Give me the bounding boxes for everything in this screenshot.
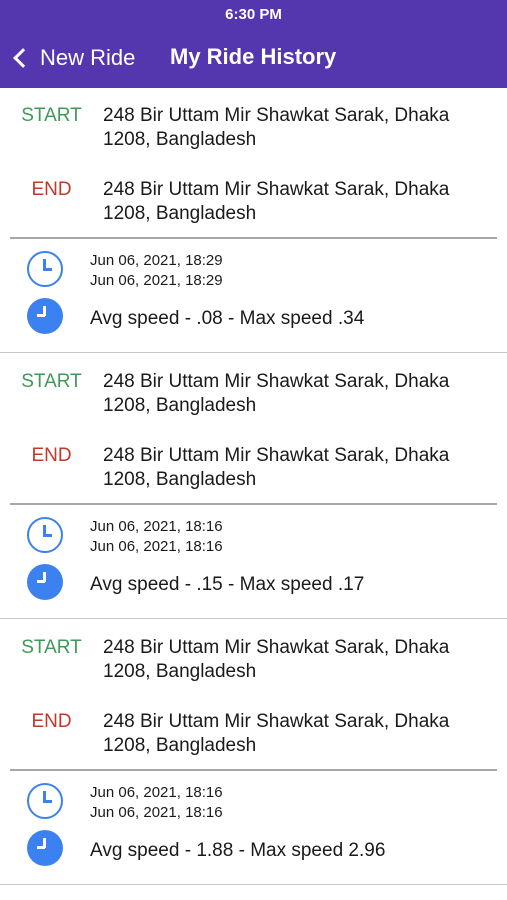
start-address: 248 Bir Uttam Mir Shawkat Sarak, Dhaka 1… [103,105,450,150]
end-address: 248 Bir Uttam Mir Shawkat Sarak, Dhaka 1… [103,711,450,756]
ride-start-time: Jun 06, 2021, 18:16 [90,784,223,801]
back-button-label: New Ride [40,45,136,70]
end-row: END 248 Bir Uttam Mir Shawkat Sarak, Dha… [0,710,507,758]
start-address: 248 Bir Uttam Mir Shawkat Sarak, Dhaka 1… [103,637,450,682]
start-label: START [21,371,82,392]
chevron-left-icon [13,48,33,68]
clock-outline-icon [27,783,63,819]
page-title: My Ride History [170,44,337,69]
ride-start-time: Jun 06, 2021, 18:16 [90,518,223,535]
ride-item[interactable]: START 248 Bir Uttam Mir Shawkat Sarak, D… [0,620,507,886]
end-label: END [31,445,72,466]
ride-speed: Avg speed - .15 - Max speed .17 [90,574,365,595]
ride-speed: Avg speed - 1.88 - Max speed 2.96 [90,840,386,861]
clock-filled-icon [27,564,63,600]
ride-end-time: Jun 06, 2021, 18:16 [90,538,223,555]
divider [10,237,497,239]
end-address: 248 Bir Uttam Mir Shawkat Sarak, Dhaka 1… [103,445,450,490]
end-label: END [31,711,72,732]
divider [0,352,507,353]
end-address: 248 Bir Uttam Mir Shawkat Sarak, Dhaka 1… [103,179,450,224]
clock-filled-icon [27,830,63,866]
clock-filled-icon [27,298,63,334]
nav-header: 6:30 PM New Ride My Ride History [0,0,507,88]
status-bar-time: 6:30 PM [225,6,282,23]
divider [0,884,507,885]
clock-outline-icon [27,517,63,553]
end-row: END 248 Bir Uttam Mir Shawkat Sarak, Dha… [0,178,507,226]
start-label: START [21,105,82,126]
ride-item[interactable]: START 248 Bir Uttam Mir Shawkat Sarak, D… [0,88,507,354]
start-row: START 248 Bir Uttam Mir Shawkat Sarak, D… [0,370,507,418]
back-button[interactable]: New Ride [10,42,135,74]
ride-end-time: Jun 06, 2021, 18:16 [90,804,223,821]
start-label: START [21,637,82,658]
divider [10,503,497,505]
divider [10,769,497,771]
ride-end-time: Jun 06, 2021, 18:29 [90,272,223,289]
start-address: 248 Bir Uttam Mir Shawkat Sarak, Dhaka 1… [103,371,450,416]
start-row: START 248 Bir Uttam Mir Shawkat Sarak, D… [0,104,507,152]
end-row: END 248 Bir Uttam Mir Shawkat Sarak, Dha… [0,444,507,492]
clock-outline-icon [27,251,63,287]
ride-speed: Avg speed - .08 - Max speed .34 [90,308,365,329]
start-row: START 248 Bir Uttam Mir Shawkat Sarak, D… [0,636,507,684]
ride-start-time: Jun 06, 2021, 18:29 [90,252,223,269]
ride-history-list: START 248 Bir Uttam Mir Shawkat Sarak, D… [0,88,507,886]
divider [0,618,507,619]
ride-item[interactable]: START 248 Bir Uttam Mir Shawkat Sarak, D… [0,354,507,620]
end-label: END [31,179,72,200]
